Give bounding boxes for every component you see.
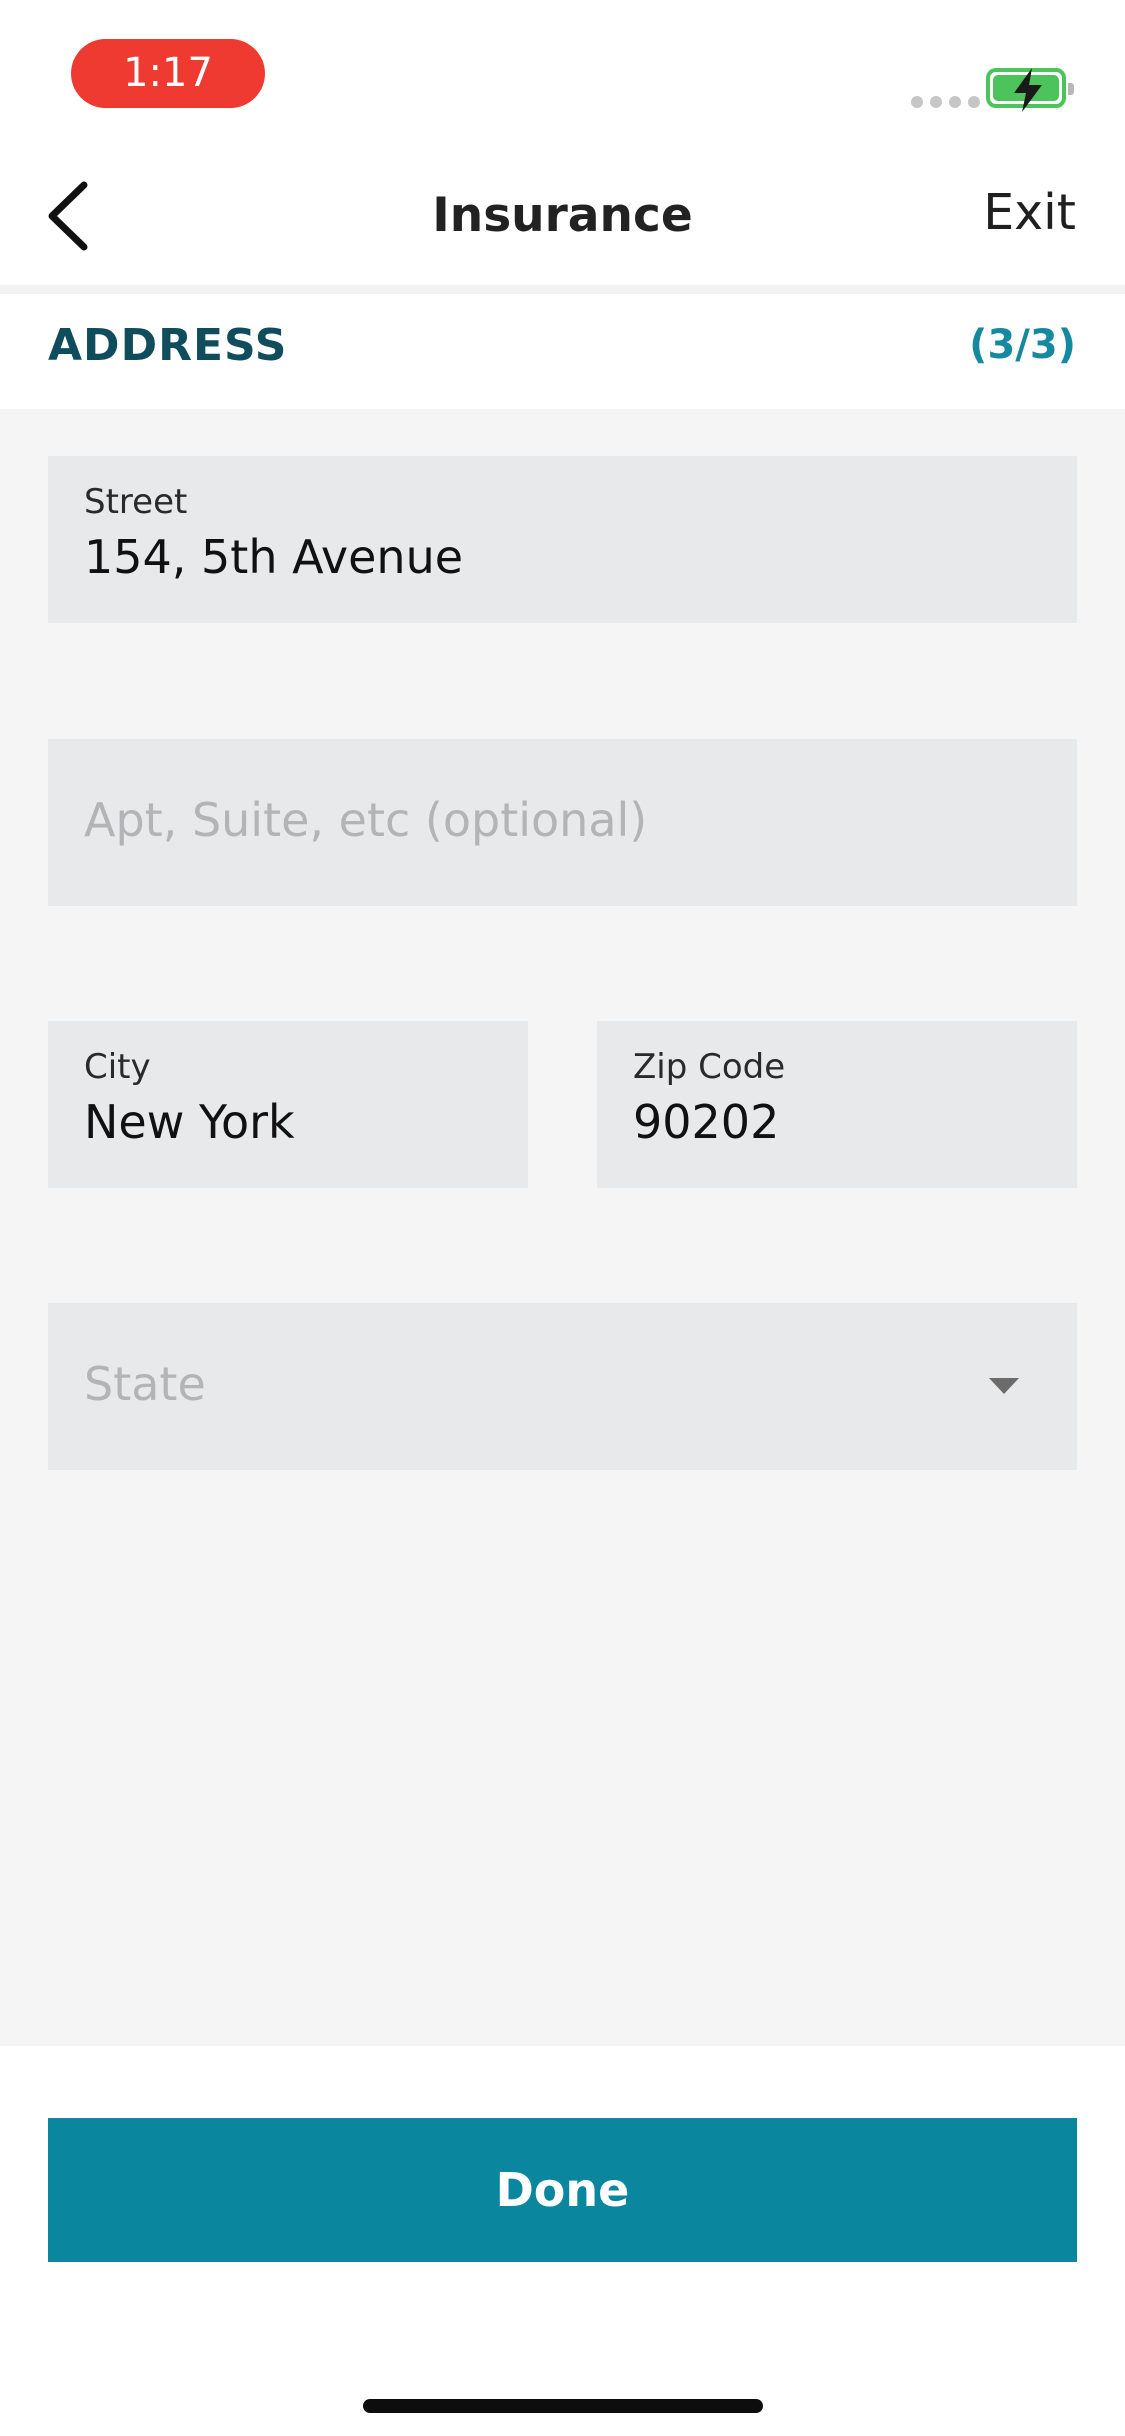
battery-charging-icon	[986, 68, 1074, 112]
step-indicator: (3/3)	[969, 322, 1076, 368]
state-dropdown[interactable]: State	[48, 1303, 1077, 1470]
zip-code-label: Zip Code	[633, 1047, 786, 1087]
navigation-bar: Insurance Exit	[0, 140, 1125, 285]
insurance-address-screen: 1:17 Insurance Exit ADDRESS (3/3) Street…	[0, 0, 1125, 2436]
home-indicator[interactable]	[363, 2399, 763, 2413]
address-form: Street 154, 5th Avenue Apt, Suite, etc (…	[0, 409, 1125, 2046]
city-value: New York	[84, 1095, 295, 1149]
bottom-action-area: Done	[0, 2046, 1125, 2436]
section-title: ADDRESS	[48, 320, 288, 371]
apt-suite-field[interactable]: Apt, Suite, etc (optional)	[48, 739, 1077, 906]
street-field[interactable]: Street 154, 5th Avenue	[48, 456, 1077, 623]
caret-down-icon	[989, 1378, 1019, 1394]
street-value: 154, 5th Avenue	[84, 530, 464, 584]
city-label: City	[84, 1047, 151, 1087]
zip-code-field[interactable]: Zip Code 90202	[597, 1021, 1077, 1188]
apt-suite-placeholder: Apt, Suite, etc (optional)	[84, 793, 648, 847]
nav-divider	[0, 285, 1125, 294]
page-title: Insurance	[432, 188, 693, 243]
status-bar: 1:17	[0, 0, 1125, 140]
back-chevron-icon[interactable]	[44, 181, 94, 251]
zip-code-value: 90202	[633, 1095, 780, 1149]
section-header: ADDRESS (3/3)	[0, 294, 1125, 409]
signal-icon	[911, 96, 980, 108]
street-label: Street	[84, 482, 188, 522]
exit-button[interactable]: Exit	[983, 184, 1076, 241]
status-time: 1:17	[71, 39, 265, 108]
city-field[interactable]: City New York	[48, 1021, 528, 1188]
state-placeholder: State	[84, 1357, 206, 1411]
done-button[interactable]: Done	[48, 2118, 1077, 2262]
